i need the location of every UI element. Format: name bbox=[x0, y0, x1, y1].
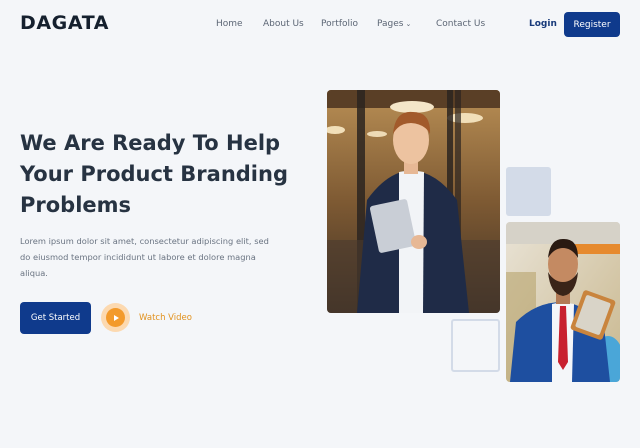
brand-logo[interactable]: DAGATA bbox=[20, 12, 109, 34]
hero-title-line: We Are Ready To Help bbox=[20, 131, 281, 155]
login-link[interactable]: Login bbox=[529, 19, 557, 29]
hero-title: We Are Ready To Help Your Product Brandi… bbox=[20, 128, 288, 221]
play-icon bbox=[113, 314, 119, 321]
hero-description-line: aliqua. bbox=[20, 268, 48, 278]
hero-title-line: Your Product Branding bbox=[20, 162, 288, 186]
nav-portfolio[interactable]: Portfolio bbox=[321, 19, 358, 29]
get-started-button[interactable]: Get Started bbox=[20, 302, 91, 334]
nav-pages-label: Pages bbox=[377, 19, 404, 29]
man-holding-laptop-photo bbox=[327, 90, 500, 313]
chevron-down-icon: ⌄ bbox=[405, 20, 412, 28]
hero-description: Lorem ipsum dolor sit amet, consectetur … bbox=[20, 233, 270, 281]
nav-pages[interactable]: Pages ⌄ bbox=[377, 19, 411, 29]
man-with-tablet-photo bbox=[506, 222, 620, 382]
nav-contact-us[interactable]: Contact Us bbox=[436, 19, 485, 29]
decorative-square-outline bbox=[451, 319, 500, 372]
hero-title-line: Problems bbox=[20, 193, 132, 217]
nav-home[interactable]: Home bbox=[216, 19, 243, 29]
nav-about-us[interactable]: About Us bbox=[263, 19, 304, 29]
register-button[interactable]: Register bbox=[564, 12, 620, 37]
hero-description-line: do eiusmod tempor incididunt ut labore e… bbox=[20, 252, 256, 262]
play-button-core bbox=[106, 308, 125, 327]
hero-description-line: Lorem ipsum dolor sit amet, consectetur … bbox=[20, 236, 269, 246]
watch-video-link[interactable]: Watch Video bbox=[139, 313, 192, 323]
decorative-square bbox=[506, 167, 551, 216]
play-video-button[interactable] bbox=[101, 303, 130, 332]
